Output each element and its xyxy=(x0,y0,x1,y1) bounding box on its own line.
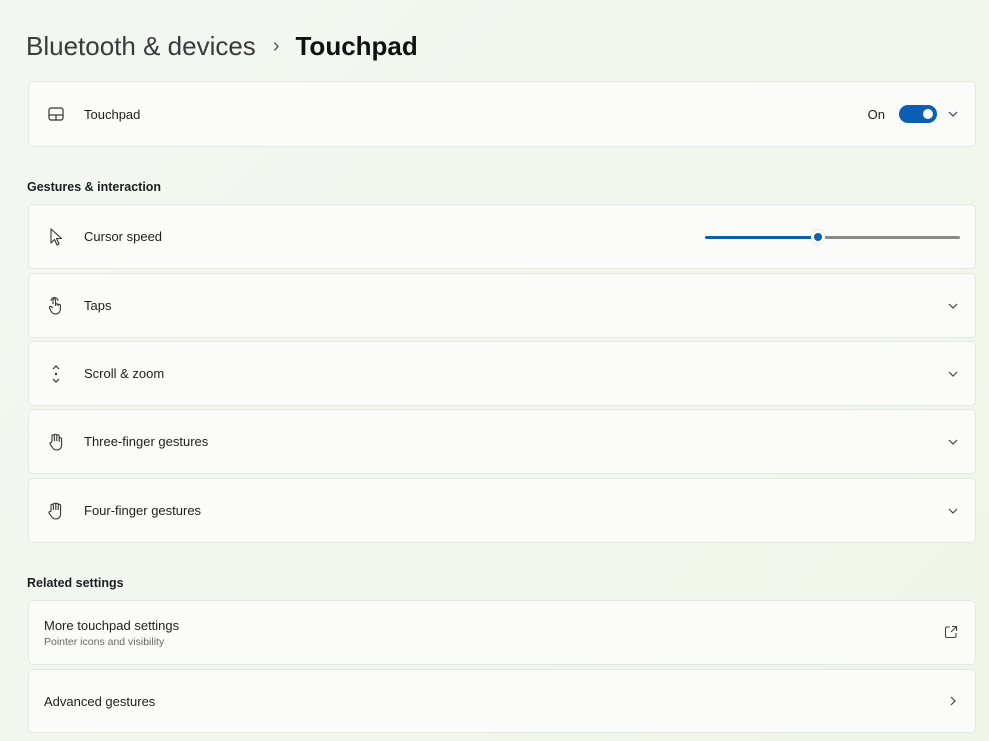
scroll-icon xyxy=(45,363,67,385)
slider-track-rest xyxy=(823,235,960,239)
taps-card[interactable]: Taps xyxy=(28,273,976,338)
touchpad-card[interactable]: Touchpad On xyxy=(28,81,976,147)
breadcrumb-parent[interactable]: Bluetooth & devices xyxy=(26,28,256,64)
related-section-title: Related settings xyxy=(27,576,124,590)
gestures-section-title: Gestures & interaction xyxy=(27,180,162,194)
slider-thumb[interactable] xyxy=(811,229,825,244)
touchpad-label: Touchpad xyxy=(84,106,141,122)
toggle-knob xyxy=(923,109,933,119)
chevron-down-icon[interactable] xyxy=(945,298,961,314)
settings-page: Bluetooth & devices › Touchpad Touchpad … xyxy=(0,0,989,741)
taps-label: Taps xyxy=(84,298,112,313)
breadcrumb: Bluetooth & devices › Touchpad xyxy=(26,28,418,64)
four-finger-icon xyxy=(45,500,67,522)
page-title: Touchpad xyxy=(295,31,418,61)
scroll-zoom-label: Scroll & zoom xyxy=(84,366,165,381)
tap-icon xyxy=(45,295,67,317)
more-touchpad-text: More touchpad settings Pointer icons and… xyxy=(44,618,179,648)
slider-track-filled xyxy=(705,235,816,239)
advanced-gestures-card[interactable]: Advanced gestures xyxy=(28,669,976,733)
four-finger-label: Four-finger gestures xyxy=(84,503,202,518)
external-link-icon[interactable] xyxy=(944,625,960,641)
three-finger-card[interactable]: Three-finger gestures xyxy=(28,409,976,474)
more-touchpad-label: More touchpad settings xyxy=(44,617,180,633)
advanced-gestures-label: Advanced gestures xyxy=(44,693,156,709)
touchpad-icon xyxy=(45,103,67,125)
scroll-zoom-card[interactable]: Scroll & zoom xyxy=(28,341,976,406)
cursor-speed-slider[interactable] xyxy=(705,229,960,245)
three-finger-icon xyxy=(45,431,67,453)
chevron-down-icon[interactable] xyxy=(945,366,961,382)
more-touchpad-settings-card[interactable]: More touchpad settings Pointer icons and… xyxy=(28,600,976,665)
touchpad-toggle-group[interactable]: On xyxy=(868,105,937,123)
touchpad-toggle[interactable] xyxy=(899,105,937,123)
cursor-speed-label: Cursor speed xyxy=(84,229,163,244)
breadcrumb-separator: › xyxy=(272,35,280,57)
three-finger-label: Three-finger gestures xyxy=(84,434,209,449)
chevron-down-icon[interactable] xyxy=(945,434,961,450)
chevron-down-icon[interactable] xyxy=(945,503,961,519)
more-touchpad-sublabel: Pointer icons and visibility xyxy=(44,635,165,648)
chevron-right-icon[interactable] xyxy=(945,693,961,709)
chevron-down-icon[interactable] xyxy=(945,106,961,122)
four-finger-card[interactable]: Four-finger gestures xyxy=(28,478,976,543)
toggle-state-text: On xyxy=(867,106,885,122)
cursor-icon xyxy=(45,226,67,248)
cursor-speed-card: Cursor speed xyxy=(28,204,976,269)
